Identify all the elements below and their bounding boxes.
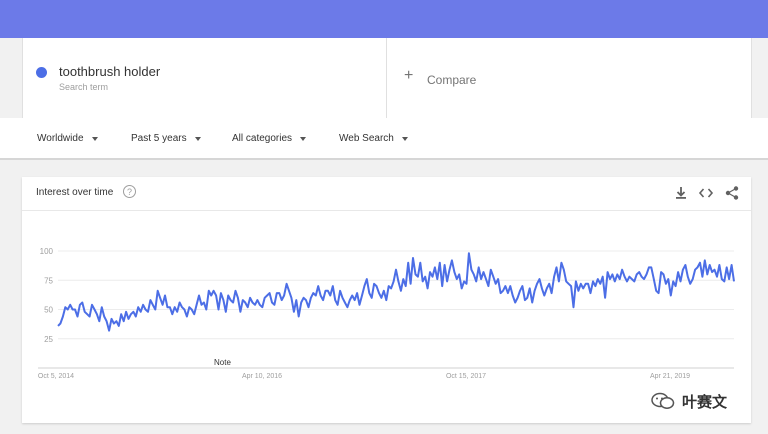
y-tick-label: 50: [44, 306, 53, 315]
search-type-label: Web Search: [339, 133, 394, 144]
search-type-dropdown[interactable]: Web Search: [339, 133, 408, 144]
interest-over-time-card: Interest over time ? 25 50 75 100 Oct 5, 20…: [22, 177, 751, 423]
category-label: All categories: [232, 133, 293, 144]
x-tick-label: Oct 5, 2014: [38, 373, 74, 380]
caret-down-icon: [300, 136, 307, 141]
series-line: [57, 252, 735, 332]
top-bar: [0, 0, 768, 38]
y-tick-label: 75: [44, 276, 53, 285]
term-color-dot: [36, 67, 47, 78]
search-terms-row: toothbrush holder Search term + Compare: [0, 38, 768, 118]
compare-button[interactable]: Compare: [427, 73, 476, 87]
caret-down-icon: [194, 136, 201, 141]
search-term-type: Search term: [59, 82, 109, 92]
note-annotation[interactable]: Note: [214, 358, 231, 367]
compare-card[interactable]: + Compare: [386, 38, 752, 118]
caret-down-icon: [401, 136, 408, 141]
y-tick-label: 25: [44, 335, 53, 344]
watermark-text: 叶赛文: [682, 393, 728, 411]
category-dropdown[interactable]: All categories: [232, 133, 307, 144]
caret-down-icon: [91, 136, 98, 141]
x-tick-label: Apr 21, 2019: [650, 373, 690, 380]
y-tick-label: 100: [40, 247, 54, 256]
x-tick-label: Apr 10, 2016: [242, 373, 282, 380]
region-dropdown[interactable]: Worldwide: [37, 133, 98, 144]
interest-line-chart: 25 50 75 100 Oct 5, 2014 Apr 10, 2016 Oct 15,…: [38, 247, 735, 380]
region-label: Worldwide: [37, 133, 84, 144]
period-label: Past 5 years: [131, 133, 187, 144]
plus-icon[interactable]: +: [404, 68, 413, 84]
search-term-card[interactable]: toothbrush holder Search term: [22, 38, 386, 118]
period-dropdown[interactable]: Past 5 years: [131, 133, 201, 144]
search-term-name[interactable]: toothbrush holder: [59, 64, 160, 79]
wechat-icon: [651, 392, 675, 409]
x-tick-label: Oct 15, 2017: [446, 373, 486, 380]
watermark: 叶赛文: [650, 389, 760, 413]
filter-bar: Worldwide Past 5 years All categories We…: [0, 118, 768, 160]
